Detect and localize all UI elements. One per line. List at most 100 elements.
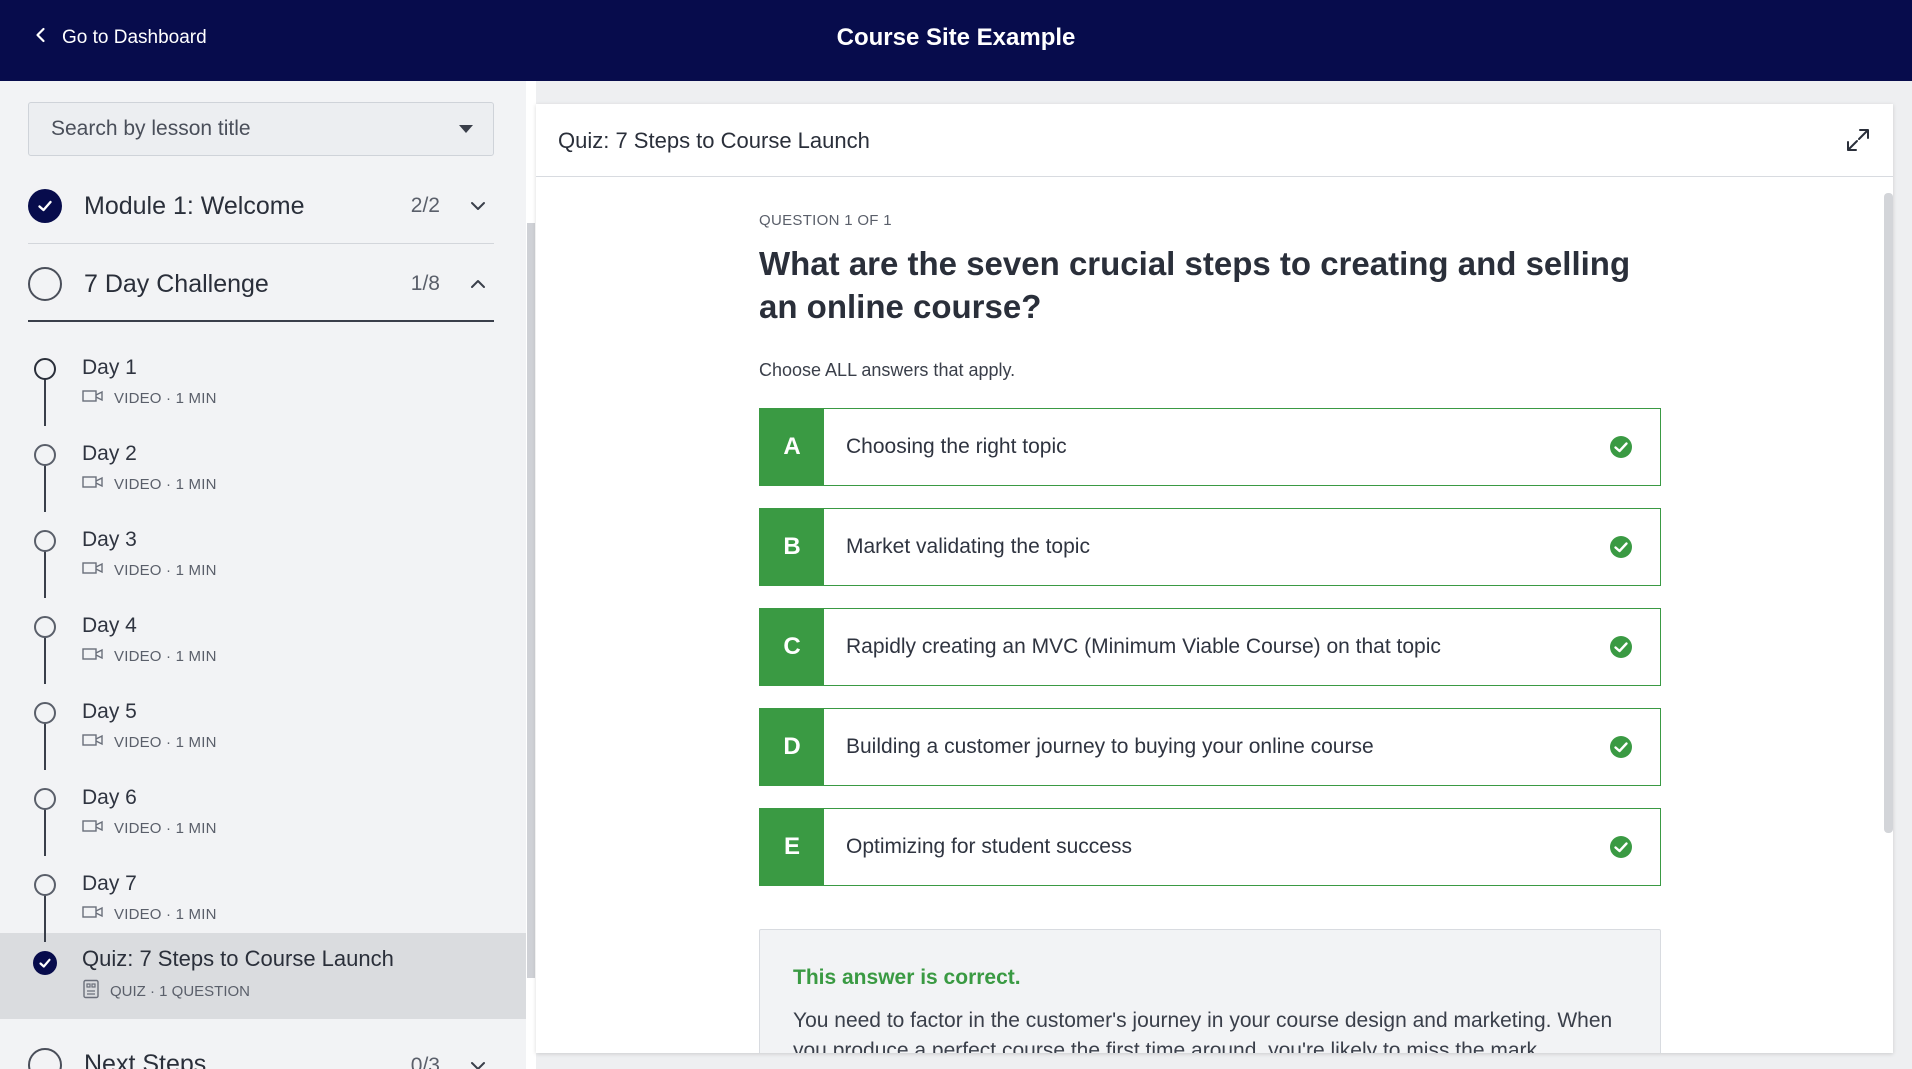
timeline-connector xyxy=(44,806,46,856)
lesson-meta-text: VIDEO · 1 MIN xyxy=(114,389,217,407)
feedback-body: You need to factor in the customer's jou… xyxy=(793,1009,1613,1053)
lesson-title: Day 2 xyxy=(82,442,137,465)
chevron-up-icon xyxy=(468,274,488,294)
check-circle-icon xyxy=(33,951,57,975)
check-circle-icon xyxy=(1609,635,1633,659)
sidebar-scrollbar[interactable] xyxy=(526,81,536,1069)
video-camera-icon xyxy=(82,475,104,493)
chevron-down-icon xyxy=(468,1056,488,1069)
lesson-status-circle-icon xyxy=(34,874,56,896)
timeline-connector xyxy=(44,376,46,426)
go-to-dashboard-label: Go to Dashboard xyxy=(62,27,207,48)
go-to-dashboard-link[interactable]: Go to Dashboard xyxy=(32,26,207,50)
divider xyxy=(28,243,494,244)
sidebar-scroll-thumb[interactable] xyxy=(527,223,535,978)
check-circle-icon xyxy=(1609,735,1633,759)
lesson-item-day-5[interactable]: Day 5 VIDEO · 1 MIN xyxy=(28,687,498,773)
caret-down-icon xyxy=(459,125,473,133)
lesson-search-select[interactable]: Search by lesson title xyxy=(28,102,494,156)
lesson-meta: QUIZ · 1 QUESTION xyxy=(82,979,250,1003)
lesson-meta: VIDEO · 1 MIN xyxy=(82,561,217,579)
module-row-welcome[interactable]: Module 1: Welcome 2/2 xyxy=(28,167,494,245)
timeline-connector xyxy=(44,462,46,512)
search-placeholder: Search by lesson title xyxy=(51,117,251,140)
expand-icon[interactable] xyxy=(1845,127,1871,153)
answer-text: Choosing the right topic xyxy=(846,435,1067,458)
video-camera-icon xyxy=(82,905,104,923)
video-camera-icon xyxy=(82,733,104,751)
lesson-meta: VIDEO · 1 MIN xyxy=(82,475,217,493)
answer-letter: D xyxy=(760,709,824,785)
module-row-next-steps[interactable]: Next Steps 0/3 xyxy=(28,1044,494,1069)
answer-text: Optimizing for student success xyxy=(846,835,1132,858)
module-progress-count: 1/8 xyxy=(410,272,440,295)
lesson-title: Day 7 xyxy=(82,872,137,895)
lesson-meta: VIDEO · 1 MIN xyxy=(82,905,217,923)
lesson-item-day-6[interactable]: Day 6 VIDEO · 1 MIN xyxy=(28,773,498,859)
answer-letter: C xyxy=(760,609,824,685)
lesson-meta: VIDEO · 1 MIN xyxy=(82,819,217,837)
course-sidebar: Search by lesson title Module 1: Welcome… xyxy=(0,81,526,1069)
content-scrollbar[interactable] xyxy=(1884,193,1893,833)
module-title: Next Steps xyxy=(84,1050,207,1069)
answer-option-e[interactable]: E Optimizing for student success xyxy=(759,808,1661,886)
video-camera-icon xyxy=(82,561,104,579)
question-instructions: Choose ALL answers that apply. xyxy=(759,360,1016,380)
video-camera-icon xyxy=(82,389,104,407)
video-camera-icon xyxy=(82,819,104,837)
timeline-connector xyxy=(44,720,46,770)
lesson-title: Day 4 xyxy=(82,614,137,637)
progress-circle-icon xyxy=(28,1048,62,1069)
lesson-meta-text: VIDEO · 1 MIN xyxy=(114,905,217,923)
module-title: Module 1: Welcome xyxy=(84,191,305,220)
answer-feedback: This answer is correct. You need to fact… xyxy=(759,929,1661,1053)
lesson-item-quiz-active[interactable]: Quiz: 7 Steps to Course Launch QUIZ · 1 … xyxy=(0,933,526,1019)
answer-text: Market validating the topic xyxy=(846,535,1090,558)
module-title: 7 Day Challenge xyxy=(84,269,269,298)
answer-text: Building a customer journey to buying yo… xyxy=(846,735,1374,758)
chevron-left-icon xyxy=(32,26,50,50)
lesson-meta-text: VIDEO · 1 MIN xyxy=(114,561,217,579)
answer-option-a[interactable]: A Choosing the right topic xyxy=(759,408,1661,486)
lesson-title: Day 3 xyxy=(82,528,137,551)
divider xyxy=(28,320,494,322)
lesson-status-circle-icon xyxy=(34,530,56,552)
lesson-meta: VIDEO · 1 MIN xyxy=(82,733,217,751)
timeline-connector xyxy=(44,892,46,942)
answer-option-b[interactable]: B Market validating the topic xyxy=(759,508,1661,586)
quiz-panel: Quiz: 7 Steps to Course Launch QUESTION … xyxy=(536,104,1893,1053)
check-circle-icon xyxy=(1609,535,1633,559)
lesson-item-day-1[interactable]: Day 1 VIDEO · 1 MIN xyxy=(28,343,498,429)
lesson-title: Day 5 xyxy=(82,700,137,723)
module-row-7-day-challenge[interactable]: 7 Day Challenge 1/8 xyxy=(28,245,494,323)
answer-letter: E xyxy=(760,809,824,885)
lesson-status-circle-icon xyxy=(34,358,56,380)
module-progress-count: 0/3 xyxy=(410,1054,440,1069)
check-circle-icon xyxy=(1609,435,1633,459)
lesson-meta-text: VIDEO · 1 MIN xyxy=(114,819,217,837)
answer-option-d[interactable]: D Building a customer journey to buying … xyxy=(759,708,1661,786)
answer-option-c[interactable]: C Rapidly creating an MVC (Minimum Viabl… xyxy=(759,608,1661,686)
lesson-status-circle-icon xyxy=(34,702,56,724)
lesson-meta-text: QUIZ · 1 QUESTION xyxy=(110,982,251,1000)
lesson-title: Day 1 xyxy=(82,356,137,379)
quiz-panel-title: Quiz: 7 Steps to Course Launch xyxy=(558,128,870,153)
module-progress-count: 2/2 xyxy=(410,194,440,217)
answer-letter: B xyxy=(760,509,824,585)
lesson-status-circle-icon xyxy=(34,444,56,466)
lesson-meta: VIDEO · 1 MIN xyxy=(82,647,217,665)
top-bar: Go to Dashboard Course Site Example xyxy=(0,0,1912,81)
answer-text: Rapidly creating an MVC (Minimum Viable … xyxy=(846,635,1441,658)
lesson-meta-text: VIDEO · 1 MIN xyxy=(114,475,217,493)
lesson-item-day-3[interactable]: Day 3 VIDEO · 1 MIN xyxy=(28,515,498,601)
check-circle-icon xyxy=(28,189,62,223)
lesson-title: Day 6 xyxy=(82,786,137,809)
quiz-icon xyxy=(82,979,100,1003)
answer-letter: A xyxy=(760,409,824,485)
timeline-connector xyxy=(44,634,46,684)
lesson-status-circle-icon xyxy=(34,616,56,638)
video-camera-icon xyxy=(82,647,104,665)
lesson-item-day-2[interactable]: Day 2 VIDEO · 1 MIN xyxy=(28,429,498,515)
progress-circle-icon xyxy=(28,267,62,301)
lesson-item-day-4[interactable]: Day 4 VIDEO · 1 MIN xyxy=(28,601,498,687)
